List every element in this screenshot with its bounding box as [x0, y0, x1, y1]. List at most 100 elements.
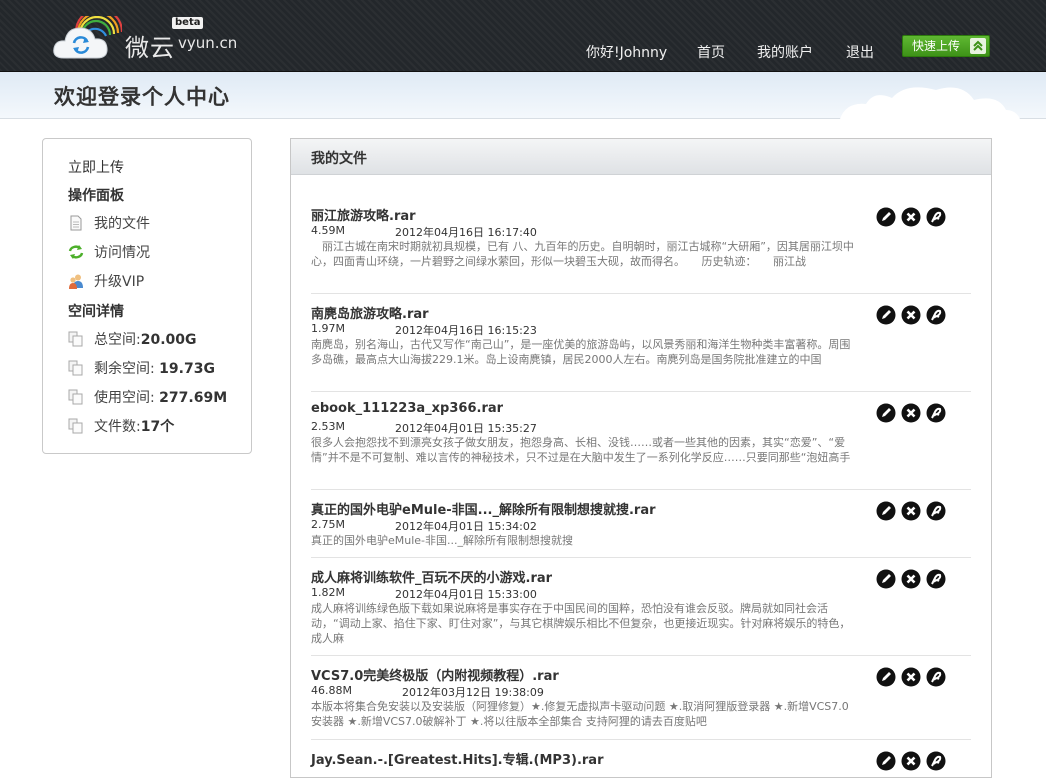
double-chevron-up-icon [970, 38, 986, 54]
panel-header: 我的文件 [291, 139, 991, 175]
file-actions [876, 305, 948, 325]
space-value: 17个 [140, 419, 175, 435]
welcome-banner: 欢迎登录个人中心 [0, 72, 1046, 119]
sidebar-item-label: 升级VIP [94, 274, 145, 290]
file-description: 南麂岛，别名海山，古代又写作“南己山”，是一座优美的旅游岛屿，以风景秀丽和海洋生… [311, 338, 851, 366]
file-date: 2012年04月01日 15:35:27 [395, 422, 537, 435]
page-title: 欢迎登录个人中心 [54, 85, 230, 109]
file-actions [876, 667, 948, 687]
file-actions [876, 207, 948, 227]
file-item: 南麂岛旅游攻略.rar 1.97M 2012年04月16日 16:15:23 南… [311, 303, 971, 392]
delete-icon[interactable] [901, 667, 921, 687]
file-date: 2012年03月12日 19:38:09 [402, 686, 544, 699]
file-actions [876, 569, 948, 589]
delete-icon[interactable] [901, 751, 921, 771]
file-item: 真正的国外电驴eMule-非国..._解除所有限制想搜就搜.rar 2.75M … [311, 499, 971, 558]
brand-name-cn: 微云 [125, 34, 175, 62]
space-value: 19.73G [159, 361, 215, 377]
edit-icon[interactable] [876, 305, 896, 325]
copy-icon [68, 360, 83, 376]
share-link-icon[interactable] [926, 751, 946, 771]
users-icon [69, 274, 83, 289]
edit-icon[interactable] [876, 569, 896, 589]
space-label: 剩余空间: [94, 361, 160, 377]
nav-logout[interactable]: 退出 [846, 42, 874, 62]
sidebar-item-label: 访问情况 [94, 245, 150, 261]
nav-greeting[interactable]: 你好!Johnny [586, 42, 667, 62]
file-name[interactable]: VCS7.0完美终极版（内附视频教程）.rar [311, 665, 559, 684]
file-item: VCS7.0完美终极版（内附视频教程）.rar 46.88M 2012年03月1… [311, 665, 971, 740]
delete-icon[interactable] [901, 569, 921, 589]
file-description: 成人麻将训练绿色版下载如果说麻将是事实存在于中国民间的国粹，恐怕没有谁会反驳。牌… [311, 602, 851, 645]
sidebar: 立即上传 操作面板 我的文件 访问情况 升级VIP 空间详情 总空间:20.00… [42, 138, 252, 454]
edit-icon[interactable] [876, 501, 896, 521]
top-bar: 微云 beta vyun.cn 你好!Johnny 首页 我的账户 退出 快速上… [0, 0, 1046, 72]
file-size: 46.88M [311, 684, 352, 697]
nav-my-account[interactable]: 我的账户 [757, 42, 813, 62]
logo[interactable]: 微云 beta vyun.cn [52, 12, 252, 62]
file-name[interactable]: 丽江旅游攻略.rar [311, 205, 416, 224]
share-link-icon[interactable] [926, 403, 946, 423]
file-date: 2012年04月01日 15:34:02 [395, 520, 537, 533]
file-date: 2012年04月16日 16:17:40 [395, 226, 537, 239]
file-item: 成人麻将训练软件_百玩不厌的小游戏.rar 1.82M 2012年04月01日 … [311, 567, 971, 656]
file-actions [876, 751, 948, 771]
delete-icon[interactable] [901, 207, 921, 227]
file-name[interactable]: ebook_111223a_xp366.rar [311, 401, 503, 416]
file-description: 很多人会抱怨找不到漂亮女孩子做女朋友，抱怨身高、长相、没钱……或者一些其他的因素… [311, 436, 851, 464]
copy-icon [68, 389, 83, 405]
panel-title: 我的文件 [311, 151, 367, 167]
file-name[interactable]: Jay.Sean.-.[Greatest.Hits].专辑.(MP3).rar [311, 749, 603, 768]
my-files-panel: 我的文件 丽江旅游攻略.rar 4.59M 2012年04月16日 16:17:… [290, 138, 992, 778]
file-size: 2.53M [311, 420, 345, 433]
control-panel-heading: 操作面板 [68, 188, 124, 204]
cloud-sync-logo-icon [53, 16, 122, 59]
file-size: 1.97M [311, 322, 345, 335]
upload-now-link[interactable]: 立即上传 [68, 157, 124, 177]
file-size: 2.75M [311, 518, 345, 531]
share-link-icon[interactable] [926, 667, 946, 687]
file-name[interactable]: 成人麻将训练软件_百玩不厌的小游戏.rar [311, 567, 552, 586]
document-icon [70, 215, 82, 231]
file-date: 2012年04月01日 15:33:00 [395, 588, 537, 601]
file-item: ebook_111223a_xp366.rar 2.53M 2012年04月01… [311, 401, 971, 490]
quick-upload-button[interactable]: 快速上传 [902, 35, 990, 57]
file-description: 本版本将集合免安装以及安装版（阿狸修复）★.修复无虚拟声卡驱动问题 ★.取消阿狸… [311, 700, 849, 728]
nav-home[interactable]: 首页 [697, 42, 725, 62]
cloud-decoration-icon [840, 87, 1020, 119]
file-size: 1.82M [311, 586, 345, 599]
space-label: 总空间: [94, 332, 141, 348]
edit-icon[interactable] [876, 667, 896, 687]
file-actions [876, 501, 948, 521]
file-item: 丽江旅游攻略.rar 4.59M 2012年04月16日 16:17:40 丽江… [311, 205, 971, 294]
edit-icon[interactable] [876, 207, 896, 227]
edit-icon[interactable] [876, 751, 896, 771]
space-label: 文件数: [94, 419, 141, 435]
share-link-icon[interactable] [926, 305, 946, 325]
copy-icon [68, 331, 83, 347]
delete-icon[interactable] [901, 403, 921, 423]
edit-icon[interactable] [876, 403, 896, 423]
file-date: 2012年04月16日 16:15:23 [395, 324, 537, 337]
space-value: 277.69M [159, 390, 228, 406]
file-name[interactable]: 真正的国外电驴eMule-非国..._解除所有限制想搜就搜.rar [311, 499, 656, 518]
file-item: Jay.Sean.-.[Greatest.Hits].专辑.(MP3).rar [311, 749, 971, 779]
refresh-arrows-icon [68, 245, 84, 259]
space-label: 使用空间: [94, 390, 160, 406]
sidebar-item-label: 我的文件 [94, 216, 150, 232]
quick-upload-label: 快速上传 [912, 39, 961, 53]
share-link-icon[interactable] [926, 569, 946, 589]
file-size: 4.59M [311, 224, 345, 237]
delete-icon[interactable] [901, 501, 921, 521]
share-link-icon[interactable] [926, 207, 946, 227]
space-value: 20.00G [140, 332, 197, 348]
copy-icon [68, 418, 83, 434]
share-link-icon[interactable] [926, 501, 946, 521]
file-actions [876, 403, 948, 423]
file-description: 丽江古城在南宋时期就初具规模，已有 八、九百年的历史。自明朝时，丽江古城称“大研… [311, 240, 854, 268]
brand-domain: vyun.cn [178, 34, 238, 52]
file-description: 真正的国外电驴eMule-非国..._解除所有限制想搜就搜 [311, 534, 574, 547]
beta-badge: beta [172, 17, 204, 29]
file-name[interactable]: 南麂岛旅游攻略.rar [311, 303, 429, 322]
delete-icon[interactable] [901, 305, 921, 325]
